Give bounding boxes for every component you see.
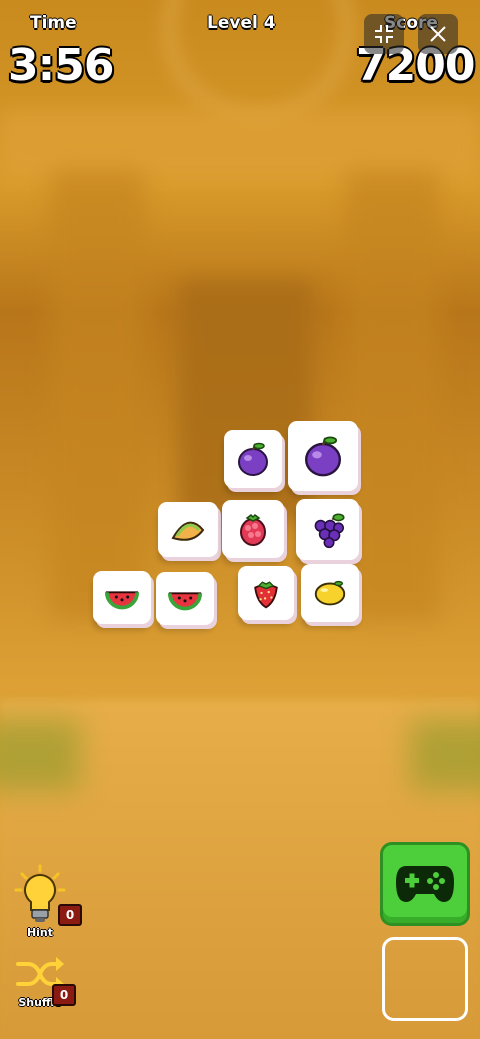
close-icon <box>430 26 446 42</box>
time-label: Time <box>30 13 77 33</box>
watermelon-icon <box>104 590 140 609</box>
grapes-icon <box>314 512 345 548</box>
collapse-icon <box>375 25 393 43</box>
raspberry-icon <box>240 514 266 546</box>
tile-grapes[interactable] <box>296 499 359 560</box>
watermelon-icon <box>167 591 203 610</box>
tile-raspberry[interactable] <box>222 500 284 558</box>
strawberry-icon <box>254 581 278 609</box>
gamepad-icon <box>396 866 454 902</box>
empty-slot[interactable] <box>382 937 468 1021</box>
plum-icon <box>238 442 268 476</box>
shuffle-button[interactable]: Shuffle 0 <box>14 952 76 1009</box>
minimize-button[interactable] <box>364 14 404 54</box>
hint-button[interactable]: Hint 0 <box>12 864 82 939</box>
level-label: Level 4 <box>207 13 276 33</box>
gamepad-button[interactable] <box>380 842 470 926</box>
tile-strawberry[interactable] <box>238 566 294 620</box>
time-value: 3:56 <box>8 40 114 91</box>
lemon-icon <box>314 580 346 606</box>
tile-plum-large[interactable] <box>288 421 358 491</box>
plum-icon <box>305 436 341 477</box>
shuffle-count-badge: 0 <box>52 984 76 1006</box>
tile-melon[interactable] <box>158 502 218 557</box>
tile-plum-small[interactable] <box>224 430 282 488</box>
melon-icon <box>171 521 205 541</box>
hint-label: Hint <box>26 926 54 939</box>
tile-watermelon-right[interactable] <box>156 572 214 625</box>
tile-lemon[interactable] <box>301 564 359 622</box>
tile-watermelon-left[interactable] <box>93 571 151 624</box>
close-button[interactable] <box>418 14 458 54</box>
hint-count-badge: 0 <box>58 904 82 926</box>
